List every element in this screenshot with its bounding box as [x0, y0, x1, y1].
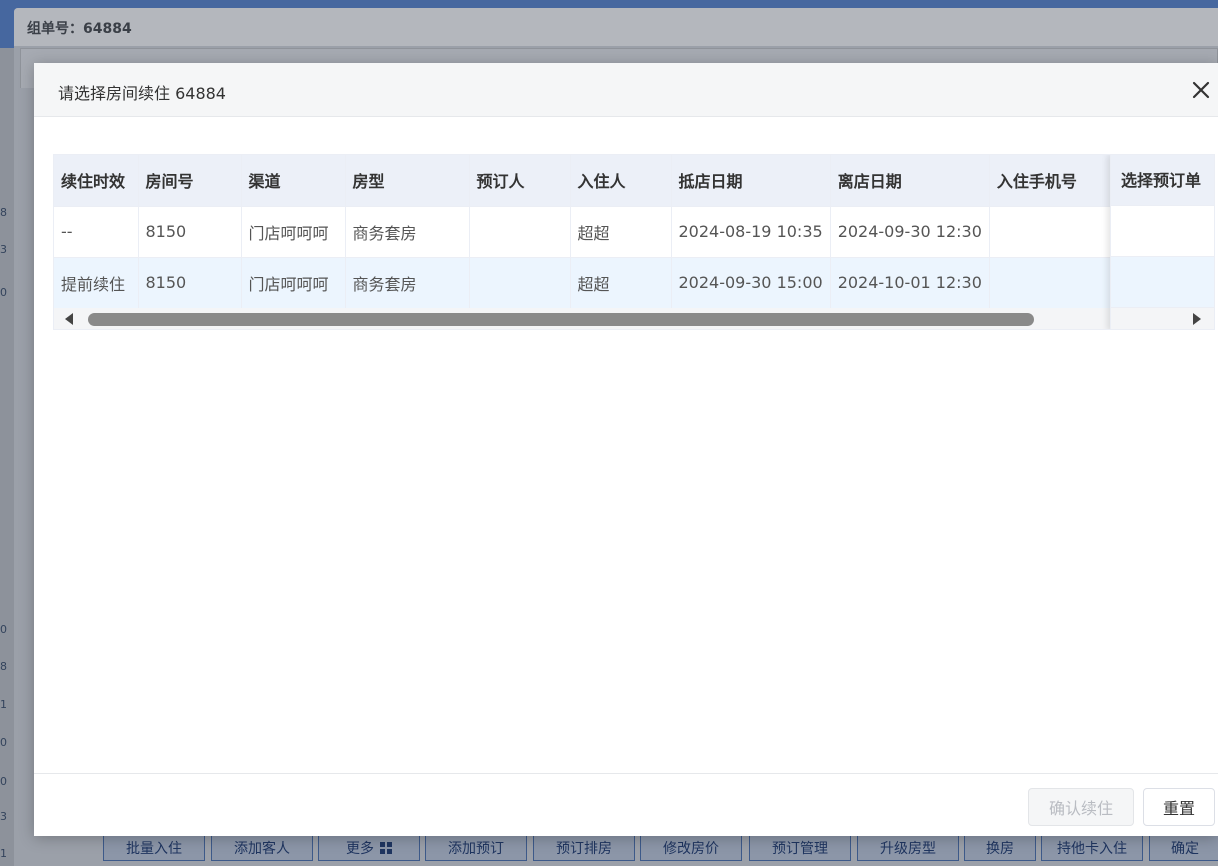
table-cell: 超超 — [570, 206, 672, 258]
table-cell — [989, 206, 1114, 258]
booking-room-assign-button[interactable]: 预订排房 — [533, 834, 635, 861]
left-panel-value: 0 — [0, 286, 7, 299]
add-guest-button[interactable]: 添加客人 — [211, 834, 313, 861]
table-cell: 2024-10-01 12:30 — [830, 257, 990, 309]
arrow-right-icon[interactable] — [1193, 313, 1201, 325]
table-cell: 2024-09-30 12:30 — [830, 206, 990, 258]
order-window-header: 组单号：64884 — [14, 8, 1218, 46]
close-icon[interactable] — [1188, 77, 1214, 103]
column-header: 抵店日期 — [671, 155, 831, 207]
table-header-row: 续住时效房间号渠道房型预订人入住人抵店日期离店日期入住手机号房 — [54, 155, 1154, 207]
table-cell: -- — [54, 206, 139, 258]
column-header: 入住人 — [570, 155, 672, 207]
table-cell: 超超 — [570, 257, 672, 309]
column-header: 续住时效 — [54, 155, 139, 207]
column-header: 离店日期 — [830, 155, 990, 207]
table-cell: 门店呵呵呵 — [241, 257, 346, 309]
table-cell: 8150 — [138, 206, 242, 258]
dialog-title: 请选择房间续住 64884 — [58, 84, 226, 103]
confirm-extend-button[interactable]: 确认续住 — [1028, 788, 1134, 826]
room-table: 续住时效房间号渠道房型预订人入住人抵店日期离店日期入住手机号房 --8150门店… — [53, 154, 1215, 330]
table-cell: 2024-09-30 15:00 — [671, 257, 831, 309]
column-header: 预订人 — [469, 155, 571, 207]
column-header: 房间号 — [138, 155, 242, 207]
reset-button[interactable]: 重置 — [1143, 788, 1215, 826]
dialog-footer: 确认续住 重置 — [34, 773, 1218, 836]
fixed-select-column: 选择预订单 — [1110, 155, 1214, 329]
app-left-panel: 8300810031 — [0, 48, 14, 866]
left-panel-value: 3 — [0, 810, 7, 823]
room-table-grid: 续住时效房间号渠道房型预订人入住人抵店日期离店日期入住手机号房 --8150门店… — [54, 155, 1154, 309]
bottom-action-bar: 批量入住 添加客人 更多 添加预订 预订排房 修改房价 预订管理 升级房型 换房… — [0, 834, 1218, 866]
group-number: 组单号：64884 — [27, 21, 132, 37]
table-cell: 商务套房 — [345, 206, 470, 258]
select-booking-header: 选择预订单 — [1111, 155, 1214, 206]
left-panel-value: 3 — [0, 243, 7, 256]
table-cell — [989, 257, 1114, 309]
column-header: 入住手机号 — [989, 155, 1114, 207]
batch-checkin-button[interactable]: 批量入住 — [103, 834, 205, 861]
upgrade-room-type-button[interactable]: 升级房型 — [857, 834, 959, 861]
bg-confirm-button[interactable]: 确定 — [1149, 834, 1218, 861]
left-panel-value: 0 — [0, 623, 7, 636]
left-panel-value: 1 — [0, 698, 7, 711]
select-booking-cell[interactable] — [1111, 257, 1214, 308]
left-panel-value: 8 — [0, 660, 7, 673]
table-cell: 2024-08-19 10:35 — [671, 206, 831, 258]
scrollbar-thumb[interactable] — [88, 313, 1034, 326]
arrow-left-icon[interactable] — [65, 313, 73, 325]
add-booking-button[interactable]: 添加预订 — [425, 834, 527, 861]
extend-stay-dialog: 请选择房间续住 64884 续住时效 房间号 渠道 房型 预订人 入住人 抵店日期 离店日期入… — [34, 63, 1218, 836]
table-row[interactable]: -- 8150 门店呵呵呵 商务套房 超超 2024-08-19 10:35 2024-09… — [54, 206, 1154, 258]
horizontal-scrollbar[interactable] — [54, 308, 1112, 329]
table-row[interactable]: 提前续住 8150 门店呵呵呵 商务套房 超超 2024-09-30 15:00 2024-… — [54, 257, 1154, 309]
grid-icon — [380, 841, 392, 854]
left-panel-value: 8 — [0, 206, 7, 219]
left-panel-value: 0 — [0, 775, 7, 788]
left-panel-value: 0 — [0, 736, 7, 749]
column-header: 渠道 — [241, 155, 346, 207]
column-header: 房型 — [345, 155, 470, 207]
modify-rate-button[interactable]: 修改房价 — [640, 834, 742, 861]
table-cell: 8150 — [138, 257, 242, 309]
table-cell — [469, 206, 571, 258]
change-room-button[interactable]: 换房 — [964, 834, 1036, 861]
table-cell — [469, 257, 571, 309]
more-button-label: 更多 — [346, 840, 374, 857]
booking-management-button[interactable]: 预订管理 — [749, 834, 851, 861]
select-booking-cell[interactable] — [1111, 206, 1214, 257]
table-cell: 门店呵呵呵 — [241, 206, 346, 258]
dialog-header: 请选择房间续住 64884 — [34, 63, 1218, 117]
table-cell: 提前续住 — [54, 257, 139, 309]
table-cell: 商务套房 — [345, 257, 470, 309]
other-card-checkin-button[interactable]: 持他卡入住 — [1041, 834, 1143, 861]
more-button[interactable]: 更多 — [318, 834, 420, 861]
